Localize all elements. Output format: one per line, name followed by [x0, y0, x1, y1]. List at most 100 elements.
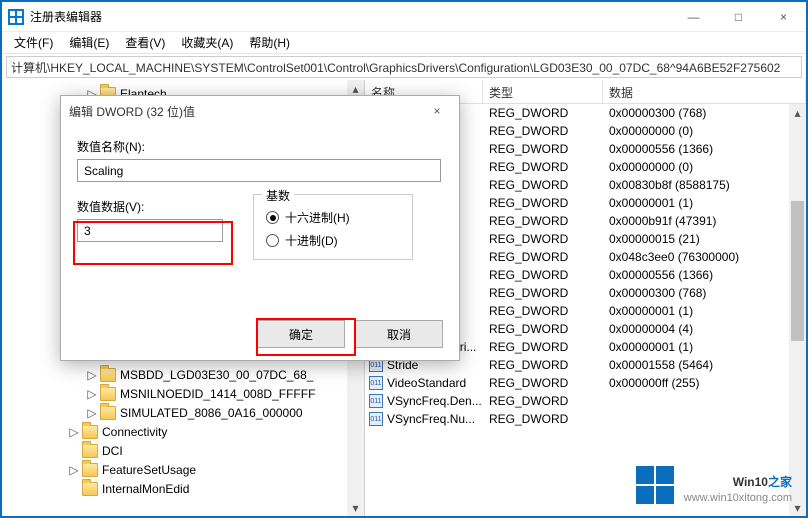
- value-data: 0x00000300 (768): [603, 106, 806, 120]
- expander-icon[interactable]: ▷: [68, 464, 80, 476]
- value-type: REG_DWORD: [483, 214, 603, 228]
- value-name: VSyncFreq.Den...: [387, 394, 482, 408]
- tree-item[interactable]: ▷ MSBDD_LGD03E30_00_07DC_68_: [2, 365, 364, 384]
- tree-item-label: SIMULATED_8086_0A16_000000: [120, 406, 303, 420]
- maximize-button[interactable]: □: [716, 2, 761, 32]
- value-data: 0x00000001 (1): [603, 304, 806, 318]
- value-type: REG_DWORD: [483, 376, 603, 390]
- radio-dec[interactable]: 十进制(D): [266, 232, 400, 249]
- menu-view[interactable]: 查看(V): [119, 32, 171, 53]
- value-data: 0x000000ff (255): [603, 376, 806, 390]
- tree-item-label: MSBDD_LGD03E30_00_07DC_68_: [120, 368, 313, 382]
- value-data: 0x00001558 (5464): [603, 358, 806, 372]
- base-fieldset: 基数 十六进制(H) 十进制(D): [253, 194, 413, 260]
- value-data: 0x00000000 (0): [603, 160, 806, 174]
- value-type: REG_DWORD: [483, 196, 603, 210]
- ok-button[interactable]: 确定: [257, 320, 345, 348]
- menu-favorites[interactable]: 收藏夹(A): [175, 32, 239, 53]
- tree-item[interactable]: ▷Connectivity: [2, 422, 364, 441]
- value-data: 0x00000556 (1366): [603, 142, 806, 156]
- value-data: 0x00000000 (0): [603, 124, 806, 138]
- expander-icon[interactable]: [68, 445, 80, 457]
- expander-icon[interactable]: ▷: [86, 407, 98, 419]
- value-type: REG_DWORD: [483, 106, 603, 120]
- reg-dword-icon: 011: [369, 376, 383, 390]
- watermark-url: www.win10xitong.com: [684, 492, 792, 504]
- col-header-type[interactable]: 类型: [483, 80, 603, 103]
- tree-item[interactable]: InternalMonEdid: [2, 479, 364, 498]
- tree-item[interactable]: ▷ SIMULATED_8086_0A16_000000: [2, 403, 364, 422]
- base-legend: 基数: [262, 187, 294, 204]
- window-title: 注册表编辑器: [30, 8, 671, 25]
- list-row[interactable]: 011 VSyncFreq.Den...REG_DWORD: [365, 392, 806, 410]
- value-type: REG_DWORD: [483, 358, 603, 372]
- radio-hex-icon: [266, 211, 279, 224]
- minimize-button[interactable]: —: [671, 2, 716, 32]
- list-vscroll[interactable]: ▴ ▾: [789, 104, 806, 516]
- value-type: REG_DWORD: [483, 142, 603, 156]
- value-type: REG_DWORD: [483, 232, 603, 246]
- value-type: REG_DWORD: [483, 412, 603, 426]
- scroll-down-icon[interactable]: ▾: [347, 499, 364, 516]
- tree-item[interactable]: ▷ FeatureSetUsage: [2, 460, 364, 479]
- scroll-up-icon[interactable]: ▴: [789, 104, 806, 121]
- value-data: 0x00000556 (1366): [603, 268, 806, 282]
- reg-dword-icon: 011: [369, 412, 383, 426]
- menu-file[interactable]: 文件(F): [8, 32, 59, 53]
- watermark-brand-zh: 之家: [768, 475, 792, 489]
- value-data: 0x0000b91f (47391): [603, 214, 806, 228]
- tree-item-label: MSNILNOEDID_1414_008D_FFFFF: [120, 387, 315, 401]
- value-name: VSyncFreq.Nu...: [387, 412, 475, 426]
- expander-icon[interactable]: ▷: [68, 426, 80, 438]
- value-type: REG_DWORD: [483, 394, 603, 408]
- value-name: VideoStandard: [387, 376, 466, 390]
- value-name-input[interactable]: [77, 159, 441, 182]
- value-data: 0x00000001 (1): [603, 196, 806, 210]
- folder-icon: [100, 368, 116, 382]
- value-type: REG_DWORD: [483, 286, 603, 300]
- col-header-data[interactable]: 数据: [603, 80, 806, 103]
- folder-icon: [100, 406, 116, 420]
- address-bar[interactable]: 计算机\HKEY_LOCAL_MACHINE\SYSTEM\ControlSet…: [6, 56, 802, 78]
- folder-icon: [82, 444, 98, 458]
- close-button[interactable]: ×: [761, 2, 806, 32]
- value-data: 0x00000004 (4): [603, 322, 806, 336]
- cancel-button[interactable]: 取消: [355, 320, 443, 348]
- radio-dec-icon: [266, 234, 279, 247]
- value-data: 0x00000015 (21): [603, 232, 806, 246]
- value-data-input[interactable]: [77, 219, 223, 242]
- tree-item[interactable]: ▷ MSNILNOEDID_1414_008D_FFFFF: [2, 384, 364, 403]
- dialog-titlebar: 编辑 DWORD (32 位)值 ×: [61, 96, 459, 126]
- value-data-label: 数值数据(V):: [77, 198, 223, 215]
- value-type: REG_DWORD: [483, 322, 603, 336]
- edit-dword-dialog: 编辑 DWORD (32 位)值 × 数值名称(N): 数值数据(V): 基数 …: [60, 95, 460, 361]
- expander-icon[interactable]: [68, 483, 80, 495]
- tree-item-label: FeatureSetUsage: [102, 463, 196, 477]
- dialog-title-text: 编辑 DWORD (32 位)值: [69, 103, 423, 120]
- expander-icon[interactable]: ▷: [86, 369, 98, 381]
- tree-item-label: DCI: [102, 444, 123, 458]
- expander-icon[interactable]: ▷: [86, 388, 98, 400]
- tree-item[interactable]: DCI: [2, 441, 364, 460]
- list-row[interactable]: 011 VideoStandard REG_DWORD0x000000ff (255…: [365, 374, 806, 392]
- value-type: REG_DWORD: [483, 160, 603, 174]
- value-type: REG_DWORD: [483, 268, 603, 282]
- list-row[interactable]: 011 VSyncFreq.Nu... REG_DWORD: [365, 410, 806, 428]
- value-type: REG_DWORD: [483, 340, 603, 354]
- menu-edit[interactable]: 编辑(E): [63, 32, 115, 53]
- value-type: REG_DWORD: [483, 124, 603, 138]
- value-data: 0x00000300 (768): [603, 286, 806, 300]
- dialog-close-button[interactable]: ×: [423, 100, 451, 122]
- radio-hex[interactable]: 十六进制(H): [266, 209, 400, 226]
- menu-help[interactable]: 帮助(H): [243, 32, 296, 53]
- folder-icon: [82, 463, 98, 477]
- folder-icon: [100, 387, 116, 401]
- value-type: REG_DWORD: [483, 178, 603, 192]
- value-type: REG_DWORD: [483, 304, 603, 318]
- reg-dword-icon: 011: [369, 394, 383, 408]
- watermark-brand-en: Win10: [733, 475, 768, 489]
- scroll-thumb[interactable]: [791, 201, 804, 341]
- value-type: REG_DWORD: [483, 250, 603, 264]
- value-name-label: 数值名称(N):: [77, 138, 443, 155]
- watermark-logo-icon: [636, 466, 674, 504]
